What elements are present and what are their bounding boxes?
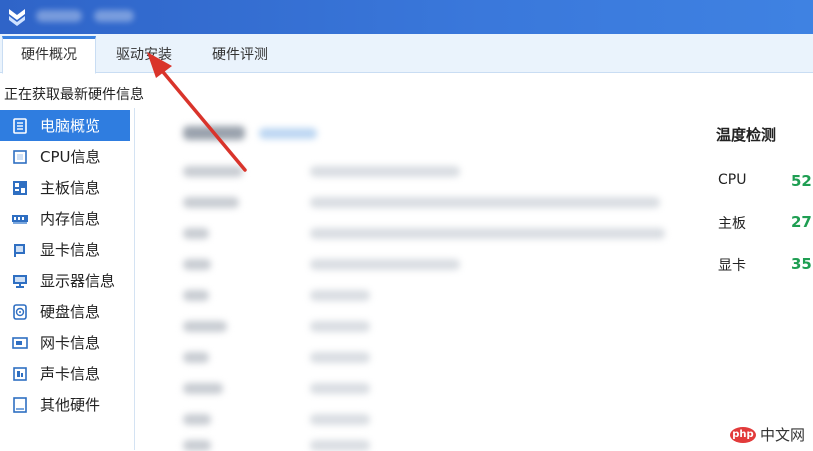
- watermark-text: 中文网: [759, 426, 805, 444]
- sidebar-item-other-hardware[interactable]: 其他硬件: [0, 389, 134, 420]
- other-hardware-icon: [12, 396, 28, 413]
- blurred-label: [183, 259, 211, 270]
- temp-label-graphics: 显卡: [718, 258, 746, 274]
- temperature-title: 温度检测: [716, 126, 777, 144]
- sidebar-item-computer-overview[interactable]: 电脑概览: [0, 110, 130, 141]
- blurred-label: [183, 166, 243, 177]
- tab-hardware-overview[interactable]: 硬件概况: [2, 36, 96, 74]
- sound-card-icon: [12, 366, 28, 382]
- blurred-value: [310, 440, 370, 451]
- sidebar-item-label: 网卡信息: [40, 334, 101, 352]
- status-text: 正在获取最新硬件信息: [4, 87, 144, 103]
- sidebar-item-label: CPU信息: [40, 148, 101, 166]
- sidebar-item-label: 电脑概览: [40, 117, 101, 135]
- blurred-value: [310, 197, 660, 208]
- motherboard-icon: [12, 180, 28, 196]
- blurred-value: [310, 321, 370, 332]
- app-logo-icon: [9, 9, 25, 26]
- blurred-label: [183, 290, 209, 301]
- blurred-label: [183, 321, 227, 332]
- blurred-value: [310, 259, 460, 270]
- sidebar-item-label: 显卡信息: [40, 241, 101, 259]
- temperature-panel: 温度检测 CPU 52° 主板 27° 显卡 35°: [700, 108, 813, 450]
- computer-overview-icon: [12, 117, 28, 134]
- blurred-value: [310, 383, 370, 394]
- blurred-label: [183, 228, 209, 239]
- sidebar-item-motherboard[interactable]: 主板信息: [0, 172, 134, 203]
- monitor-icon: [12, 273, 28, 289]
- sidebar-item-graphics-card[interactable]: 显卡信息: [0, 234, 134, 265]
- sidebar-item-sound-card[interactable]: 声卡信息: [0, 358, 134, 389]
- sidebar-item-label: 主板信息: [40, 179, 101, 197]
- tab-driver-install[interactable]: 驱动安装: [100, 38, 188, 72]
- sidebar-item-cpu[interactable]: CPU信息: [0, 141, 134, 172]
- sidebar-item-network-card[interactable]: 网卡信息: [0, 327, 134, 358]
- temp-value-graphics: 35°: [791, 255, 813, 273]
- sidebar-item-label: 其他硬件: [40, 396, 101, 414]
- blurred-label: [183, 352, 209, 363]
- network-card-icon: [12, 335, 28, 351]
- sidebar-item-label: 声卡信息: [40, 365, 101, 383]
- temp-value-motherboard: 27°: [791, 213, 813, 231]
- sidebar-item-monitor[interactable]: 显示器信息: [0, 265, 134, 296]
- blurred-value: [310, 228, 665, 239]
- temp-label-cpu: CPU: [718, 172, 747, 188]
- sidebar-item-label: 硬盘信息: [40, 303, 101, 321]
- blurred-title: [94, 10, 134, 22]
- graphics-card-icon: [12, 242, 28, 258]
- blurred-heading: [183, 126, 245, 140]
- temp-value-cpu: 52°: [791, 172, 813, 190]
- sidebar: 电脑概览 CPU信息 主板信息 内存信息 显卡信息 显示器信息 硬盘信息 网卡信…: [0, 108, 135, 450]
- blurred-value: [310, 290, 370, 301]
- sidebar-item-hard-disk[interactable]: 硬盘信息: [0, 296, 134, 327]
- sidebar-item-memory[interactable]: 内存信息: [0, 203, 134, 234]
- overview-content-blurred: [135, 108, 695, 451]
- blurred-value: [310, 166, 460, 177]
- blurred-value: [310, 414, 370, 425]
- tab-hardware-benchmark[interactable]: 硬件评测: [196, 38, 284, 72]
- php-logo-icon: php: [729, 426, 756, 443]
- hard-disk-icon: [12, 303, 28, 320]
- watermark: php 中文网: [725, 423, 809, 446]
- blurred-value: [310, 352, 370, 363]
- memory-icon: [12, 211, 28, 227]
- cpu-icon: [12, 149, 28, 165]
- blurred-label: [183, 414, 211, 425]
- sidebar-item-label: 内存信息: [40, 210, 101, 228]
- blurred-label: [183, 383, 223, 394]
- blurred-label: [183, 440, 211, 451]
- blurred-label: [183, 197, 239, 208]
- blurred-title: [36, 10, 82, 22]
- tab-bar: 硬件概况 驱动安装 硬件评测: [0, 34, 813, 74]
- temp-label-motherboard: 主板: [718, 216, 746, 232]
- blurred-link: [259, 128, 317, 139]
- sidebar-item-label: 显示器信息: [40, 272, 116, 290]
- title-bar: [0, 0, 813, 34]
